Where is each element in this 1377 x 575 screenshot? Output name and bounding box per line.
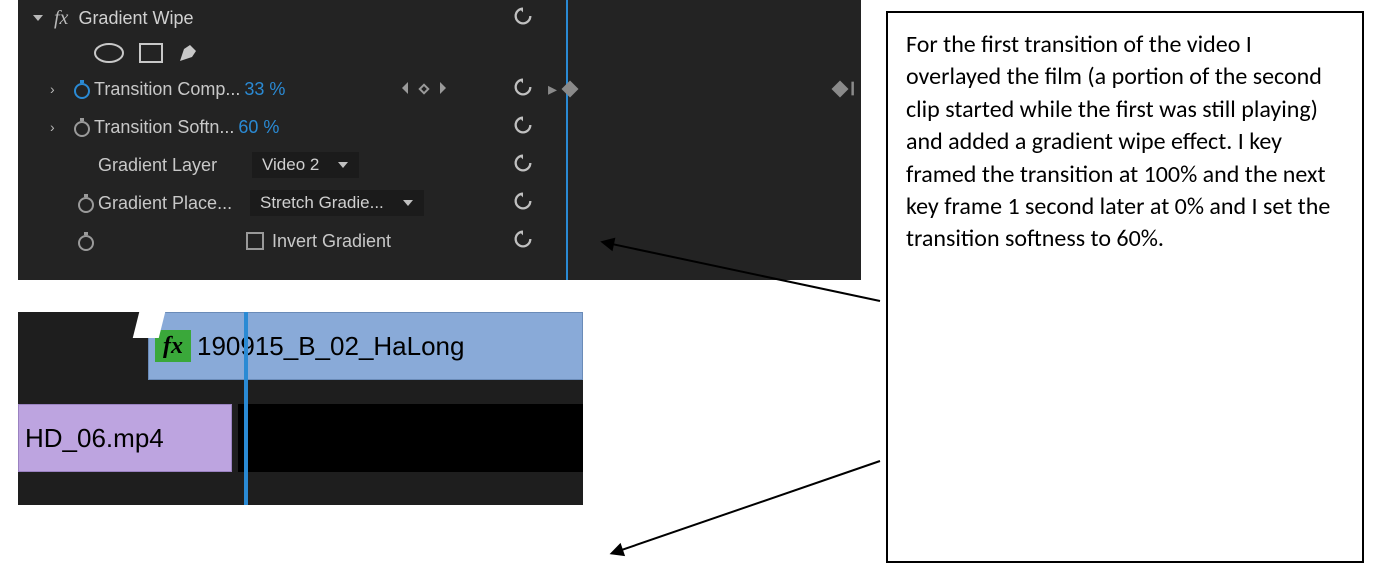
prop-label: Gradient Layer [98,155,248,176]
mask-shapes-row [18,36,861,70]
chevron-down-icon [402,193,414,213]
mask-ellipse-icon[interactable] [92,42,126,64]
timeline-clip-video2[interactable]: fx 190915_B_02_HaLong [148,312,583,380]
clip-name: HD_06.mp4 [25,423,164,454]
fx-icon: fx [54,7,68,30]
reset-property-button[interactable] [512,76,534,103]
prop-transition-completion: › Transition Comp... 33 % ▸ Ⅰ [18,70,861,108]
prop-value[interactable]: 60 % [238,117,279,138]
reset-property-button[interactable] [512,190,534,217]
mask-rectangle-icon[interactable] [138,42,164,64]
effect-collapse-caret[interactable] [32,8,44,29]
prop-gradient-layer: Gradient Layer Video 2 [18,146,861,184]
chevron-down-icon [337,155,349,175]
annotation-box: For the first transition of the video I … [886,11,1364,563]
keyframe-strip[interactable]: ▸ Ⅰ [548,70,861,108]
effect-header[interactable]: fx Gradient Wipe [18,0,861,36]
stopwatch-icon[interactable] [70,117,94,137]
fx-badge-icon[interactable]: fx [155,330,191,362]
keyframe-segment-end-icon[interactable]: Ⅰ [850,79,855,100]
dropdown-value: Video 2 [262,155,319,175]
prop-label: Gradient Place... [98,193,246,214]
expand-caret-icon[interactable]: › [50,119,70,135]
empty-track-region[interactable] [238,404,583,472]
prop-label: Transition Softn... [94,117,234,138]
stopwatch-icon[interactable] [74,231,98,251]
timeline-clip-video1[interactable]: HD_06.mp4 [18,404,232,472]
prop-gradient-placement: Gradient Place... Stretch Gradie... [18,184,861,222]
keyframe-diamond[interactable] [562,81,579,98]
timeline-playhead[interactable] [244,312,248,505]
reset-property-button[interactable] [512,152,534,179]
next-keyframe-button[interactable] [438,79,448,100]
next-keyframe-marker[interactable]: ▸ [548,79,557,100]
prop-invert-gradient: Invert Gradient [18,222,861,260]
timeline-snippet: fx 190915_B_02_HaLong HD_06.mp4 [18,312,583,505]
prop-label: Transition Comp... [94,79,240,100]
prop-label: Invert Gradient [272,231,391,252]
invert-gradient-checkbox[interactable] [246,232,264,250]
keyframe-diamond[interactable] [832,81,849,98]
keyframe-nav [400,79,448,100]
effect-name[interactable]: Gradient Wipe [78,8,193,29]
stopwatch-icon-active[interactable] [70,79,94,99]
prop-value[interactable]: 33 % [244,79,285,100]
stopwatch-icon[interactable] [74,193,98,213]
prop-transition-softness: › Transition Softn... 60 % [18,108,861,146]
clip-name: 190915_B_02_HaLong [197,331,464,362]
annotation-text: For the first transition of the video I … [906,30,1330,253]
reset-property-button[interactable] [512,114,534,141]
prev-keyframe-button[interactable] [400,79,410,100]
expand-caret-icon[interactable]: › [50,81,70,97]
dropdown-value: Stretch Gradie... [260,193,384,213]
add-keyframe-button[interactable] [418,79,430,100]
gradient-placement-dropdown[interactable]: Stretch Gradie... [250,190,424,216]
reset-property-button[interactable] [512,228,534,255]
annotation-arrow [611,460,880,554]
gradient-layer-dropdown[interactable]: Video 2 [252,152,359,178]
mask-pen-icon[interactable] [176,41,200,65]
effect-controls-panel: fx Gradient Wipe › Transition Comp... 33… [18,0,861,280]
reset-effect-button[interactable] [512,5,534,32]
